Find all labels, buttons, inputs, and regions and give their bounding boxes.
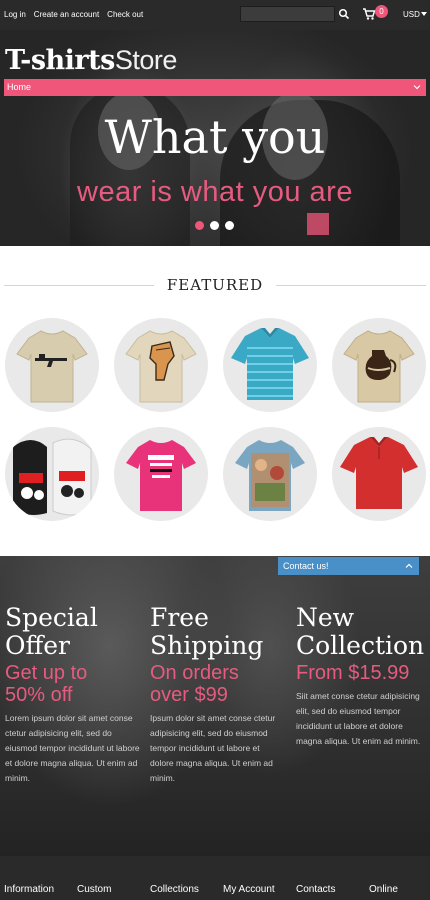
cart-icon[interactable] [362, 7, 376, 21]
promo-sub-line: On orders [150, 662, 239, 684]
tshirt-fist-icon [125, 330, 197, 403]
main-nav-select[interactable]: Home [4, 79, 426, 96]
promo-heading-line: Free [150, 603, 209, 632]
footer-heading-online[interactable]: Online [369, 884, 398, 896]
promo-heading-line: Offer [5, 631, 71, 660]
promo-heading-line: Special [5, 603, 98, 632]
product-thumbnail[interactable] [223, 318, 317, 412]
login-link[interactable]: Log in [4, 10, 26, 19]
promo-heading: Free Shipping [150, 604, 285, 660]
chevron-up-icon [405, 563, 413, 568]
logo-bold-text: T-shirts [5, 45, 115, 76]
promo-body-text: Ipsum dolor sit amet conse ctetur adipis… [150, 713, 276, 783]
promo-heading: Special Offer [5, 604, 140, 660]
currency-selector[interactable]: USD [403, 10, 420, 19]
slider-dot[interactable] [195, 221, 204, 230]
hero-subtitle: wear is what you are [77, 176, 353, 208]
footer-heading-information[interactable]: Information [4, 884, 54, 896]
promo-sub-line: 50% off [5, 684, 73, 706]
tshirt-coffee-pot-icon [343, 330, 415, 403]
divider [276, 285, 426, 286]
slider-dots [195, 221, 234, 230]
promo-sub-line: Get up to [5, 662, 88, 684]
nav-current-label: Home [7, 82, 32, 92]
socks-dope-icon [13, 438, 92, 516]
store-logo[interactable]: T-shirtsStore [5, 45, 177, 76]
checkout-link[interactable]: Check out [107, 10, 143, 19]
promo-free-shipping[interactable]: Free Shipping On orders over $99 Ipsum dol… [150, 604, 285, 786]
cart-count-badge: 0 [375, 5, 388, 18]
tshirt-rifle-icon [16, 330, 88, 403]
slider-dot[interactable] [210, 221, 219, 230]
search-icon[interactable] [338, 8, 350, 20]
product-thumbnail[interactable] [223, 427, 317, 521]
footer-heading-collections[interactable]: Collections [150, 884, 199, 896]
promo-subheading: On orders over $99 [150, 662, 285, 706]
tshirt-pink-print-icon [126, 440, 196, 511]
promo-new-collection[interactable]: New Collection From $15.99 Siit amet cons… [296, 604, 426, 749]
product-thumbnail[interactable] [114, 427, 208, 521]
polo-red-icon [340, 437, 418, 509]
tshirt-photo-print-icon [235, 440, 305, 511]
search-input[interactable] [240, 6, 335, 22]
create-account-link[interactable]: Create an account [34, 10, 99, 19]
promo-body-text: Siit amet conse ctetur adipisicing elit,… [296, 691, 421, 746]
product-thumbnail[interactable] [5, 318, 99, 412]
promo-heading-line: Collection [296, 631, 425, 660]
promo-subheading: From $15.99 [296, 662, 426, 684]
hero-title: What you [104, 110, 326, 164]
promo-heading: New Collection [296, 604, 426, 660]
chevron-down-icon [413, 85, 421, 90]
contact-us-button[interactable]: Contact us! [278, 557, 419, 575]
promo-sub-line: over $99 [150, 684, 228, 706]
promo-sub-line: From $15.99 [296, 662, 410, 684]
top-bar: Log in Create an account Check out 0 USD [0, 0, 430, 30]
promo-special-offer[interactable]: Special Offer Get up to 50% off Lorem ipsu… [5, 604, 140, 786]
contact-us-label: Contact us! [283, 561, 329, 571]
promo-heading-line: New [296, 603, 355, 632]
promo-heading-line: Shipping [150, 631, 264, 660]
polo-striped-icon [231, 328, 309, 400]
footer-heading-contacts[interactable]: Contacts [296, 884, 335, 896]
promo-subheading: Get up to 50% off [5, 662, 140, 706]
logo-light-text: Store [114, 45, 178, 75]
chevron-down-icon [421, 12, 427, 16]
promo-body-text: Lorem ipsum dolor sit amet conse ctetur … [5, 713, 140, 783]
product-thumbnail[interactable] [332, 318, 426, 412]
footer-heading-my-account[interactable]: My Account [223, 884, 275, 896]
footer [0, 856, 430, 900]
account-links: Log in Create an account Check out [4, 10, 143, 19]
hero-photo-pocket [307, 213, 329, 235]
slider-dot[interactable] [225, 221, 234, 230]
product-thumbnail[interactable] [5, 427, 99, 521]
footer-heading-custom[interactable]: Custom [77, 884, 111, 896]
product-thumbnail[interactable] [332, 427, 426, 521]
product-thumbnail[interactable] [114, 318, 208, 412]
